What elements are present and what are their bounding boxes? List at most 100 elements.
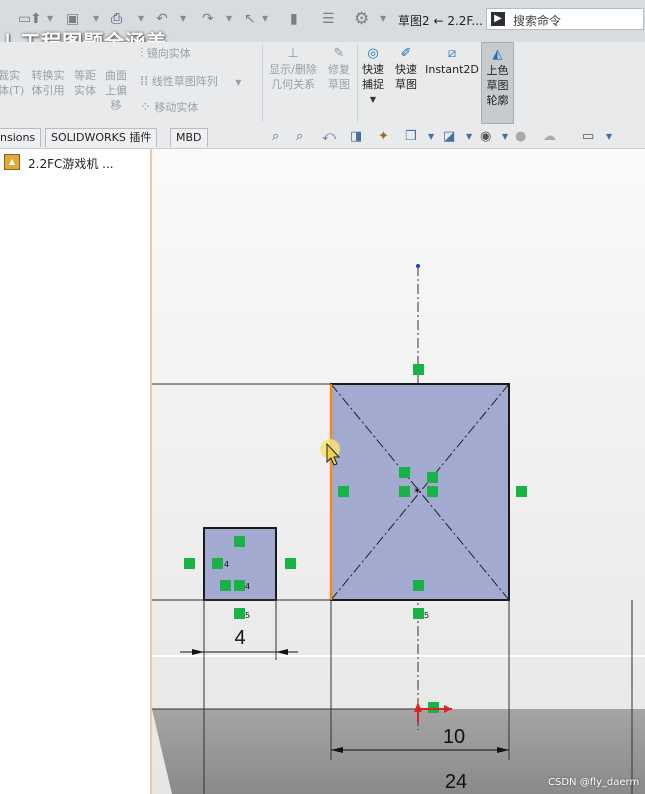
relation-marker[interactable] <box>234 580 245 591</box>
relation-marker[interactable] <box>516 486 527 497</box>
quick-snaps-button[interactable]: ◎ 快速 捕捉 ▼ <box>358 46 388 107</box>
relation-marker[interactable] <box>413 608 424 619</box>
relation-marker[interactable] <box>285 558 296 569</box>
quick-snaps-label: 快速 捕捉 <box>362 63 384 91</box>
linear-pattern-button[interactable]: ⁞⁞ 线性草图阵列 ▼ <box>140 74 260 90</box>
view-orientation-dropdown-icon[interactable]: ▼ <box>428 132 434 141</box>
hide-show-items-icon[interactable]: ◉ <box>480 129 491 144</box>
relation-marker[interactable] <box>212 558 223 569</box>
relation-marker[interactable] <box>234 608 245 619</box>
relation-marker-number: 5 <box>424 611 429 620</box>
midpoint-star-icon: ✶ <box>413 486 421 497</box>
dimension-value-small-width[interactable]: 4 <box>234 627 245 649</box>
hide-show-dropdown-icon[interactable]: ▼ <box>502 132 508 141</box>
redo-icon[interactable]: ↷ <box>202 10 214 28</box>
options-gear-icon[interactable]: ⚙ <box>354 10 369 28</box>
relation-marker[interactable] <box>184 558 195 569</box>
file-properties-icon[interactable]: ☰ <box>322 10 335 28</box>
linear-pattern-label: 线性草图阵列 <box>151 75 218 88</box>
select-icon[interactable]: ↖ <box>244 10 256 28</box>
previous-view-icon[interactable]: ⤺ <box>322 129 336 144</box>
repair-sketch-button[interactable]: ✎ 修复 草图 <box>323 46 355 92</box>
part-icon: ▲ <box>4 154 20 170</box>
repair-label: 修复 草图 <box>328 63 350 91</box>
search-input-placeholder[interactable]: 搜索命令 <box>513 12 561 29</box>
display-style-icon[interactable]: ◪ <box>443 129 455 144</box>
relation-marker[interactable] <box>234 536 245 547</box>
document-breadcrumb: 草图2 ← 2.2F... <box>398 14 483 28</box>
offset-entities-button[interactable]: 等距 实体 <box>70 68 100 98</box>
move-icon: ⁘ <box>140 100 151 115</box>
view-orientation-icon[interactable]: ❒ <box>405 129 417 144</box>
tree-root-item[interactable]: 2.2FC游戏机 ... <box>28 155 114 172</box>
shaded-contours-icon: ◭ <box>492 47 503 62</box>
centerline-endpoint[interactable] <box>416 264 420 268</box>
relations-icon: ⊥ <box>287 46 299 61</box>
relation-marker-number: 4 <box>245 582 250 591</box>
rapid-sketch-icon: ✐ <box>400 46 412 61</box>
relation-marker[interactable] <box>413 364 424 375</box>
search-commands-box[interactable]: ▶ 搜索命令 <box>486 8 644 30</box>
zoom-to-fit-icon[interactable]: ⌕ <box>272 129 279 144</box>
edit-appearance-icon[interactable]: ● <box>515 129 526 144</box>
options-dropdown-icon[interactable]: ▼ <box>380 14 386 23</box>
rapid-sketch-button[interactable]: ✐ 快速 草图 <box>390 46 422 92</box>
display-style-dropdown-icon[interactable]: ▼ <box>466 132 472 141</box>
redo-dropdown-icon[interactable]: ▼ <box>226 14 232 23</box>
move-label: 移动实体 <box>154 101 199 114</box>
relation-marker[interactable] <box>427 486 438 497</box>
instant2d-button[interactable]: ⧄ Instant2D <box>424 46 480 77</box>
repair-icon: ✎ <box>333 46 345 61</box>
mirror-label: 镜向实体 <box>146 47 191 60</box>
apply-scene-icon[interactable]: ☁ <box>543 129 556 144</box>
command-manager-tabs: nsions SOLIDWORKS 插件 MBD ⌕ ⌕ ⤺ ◨ ✦ ❒ ▼ ◪… <box>0 126 645 149</box>
dimension-value-large-width[interactable]: 10 <box>443 726 465 748</box>
mirror-icon: ⫶ <box>140 46 144 61</box>
display-relations-label: 显示/删除 几何关系 <box>269 63 317 91</box>
relation-marker[interactable] <box>413 580 424 591</box>
tab-solidworks-addins[interactable]: SOLIDWORKS 插件 <box>45 128 158 147</box>
open-dropdown-icon[interactable]: ▼ <box>47 14 53 23</box>
pattern-dropdown-icon[interactable]: ▼ <box>235 78 241 87</box>
convert-entities-button[interactable]: 转换实 体引用 <box>28 68 68 98</box>
instant2d-icon: ⧄ <box>447 46 457 61</box>
shaded-sketch-contours-button[interactable]: ◭ 上色 草图 轮廓 <box>481 42 514 124</box>
shaded-contours-label: 上色 草图 轮廓 <box>486 64 509 107</box>
origin-relation-marker[interactable] <box>428 702 439 713</box>
dimension-value-total-width[interactable]: 24 <box>445 771 467 793</box>
linear-pattern-icon: ⁞⁞ <box>140 74 149 89</box>
section-view-icon[interactable]: ◨ <box>350 129 362 144</box>
zoom-to-area-icon[interactable]: ⌕ <box>296 129 303 144</box>
display-delete-relations-button[interactable]: ⊥ 显示/删除 几何关系 <box>264 46 322 92</box>
relation-marker-number: 5 <box>245 611 250 620</box>
select-dropdown-icon[interactable]: ▼ <box>262 14 268 23</box>
trim-entities-button[interactable]: 裁实 体(T) <box>0 68 25 98</box>
command-ribbon: 裁实 体(T) 转换实 体引用 等距 实体 曲面 上偏 移 ⫶ 镜向实体 ⁞⁞ … <box>0 42 645 127</box>
print-dropdown-icon[interactable]: ▼ <box>138 14 144 23</box>
view-settings-icon[interactable]: ▭ <box>582 129 594 144</box>
quick-snaps-dropdown-icon[interactable]: ▼ <box>358 92 388 107</box>
relation-marker[interactable] <box>399 486 410 497</box>
relation-marker[interactable] <box>220 580 231 591</box>
rapid-sketch-label: 快速 草图 <box>395 63 417 91</box>
trim-label: 裁实 体(T) <box>0 69 25 97</box>
convert-label: 转换实 体引用 <box>31 69 65 97</box>
relation-marker-number: 4 <box>224 560 229 569</box>
quick-snaps-icon: ◎ <box>367 46 379 61</box>
dynamic-annotation-icon[interactable]: ✦ <box>378 129 389 144</box>
feature-manager-panel: ▲ 2.2FC游戏机 ... <box>0 149 152 794</box>
tab-mbd[interactable]: MBD <box>170 128 208 147</box>
relation-marker[interactable] <box>338 486 349 497</box>
view-settings-dropdown-icon[interactable]: ▼ <box>606 132 612 141</box>
relation-marker[interactable] <box>399 467 410 478</box>
move-entities-button[interactable]: ⁘ 移动实体 <box>140 100 260 116</box>
mirror-entities-button[interactable]: ⫶ 镜向实体 <box>140 46 260 62</box>
save-dropdown-icon[interactable]: ▼ <box>93 14 99 23</box>
surface-offset-button[interactable]: 曲面 上偏 移 <box>102 68 130 113</box>
graphics-area[interactable]: 12 6 4 10 24 4 4 5 5 ✶ <box>152 149 645 794</box>
rebuild-icon[interactable]: ▮ <box>290 10 298 28</box>
offset-label: 等距 实体 <box>74 69 96 97</box>
relation-marker[interactable] <box>427 472 438 483</box>
undo-dropdown-icon[interactable]: ▼ <box>180 14 186 23</box>
tab-dimensions[interactable]: nsions <box>0 128 42 147</box>
